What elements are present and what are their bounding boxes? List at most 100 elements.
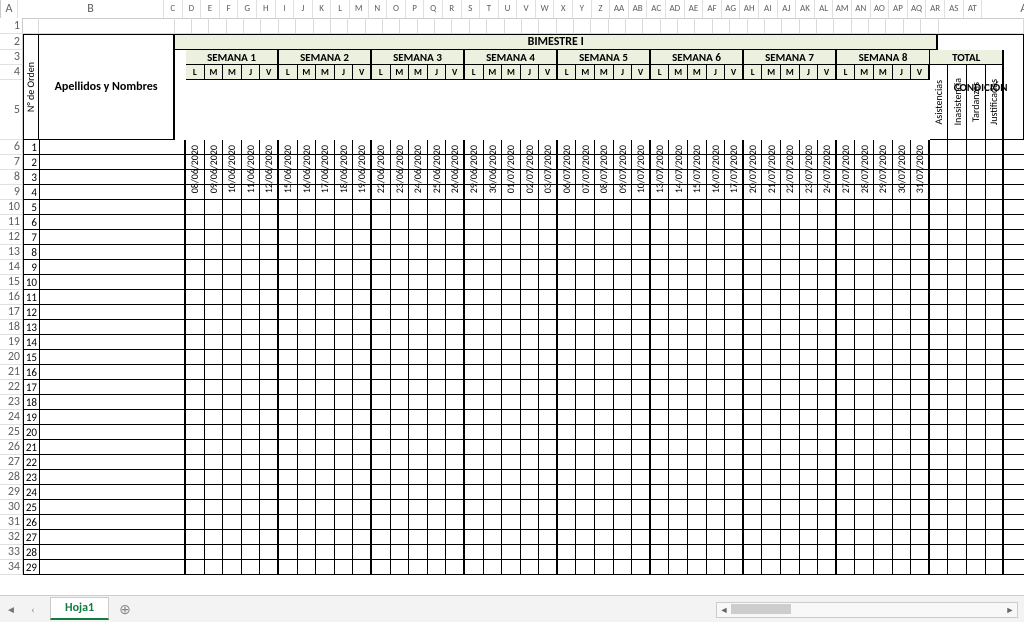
attendance-cell[interactable] <box>725 515 744 530</box>
attendance-cell[interactable] <box>725 305 744 320</box>
col-header[interactable]: AR <box>926 0 945 18</box>
attendance-cell[interactable] <box>744 275 763 290</box>
attendance-cell[interactable] <box>521 440 540 455</box>
attendance-cell[interactable] <box>818 260 837 275</box>
attendance-cell[interactable] <box>279 170 298 185</box>
attendance-cell[interactable] <box>576 470 595 485</box>
attendance-cell[interactable] <box>893 380 912 395</box>
attendance-cell[interactable] <box>372 335 391 350</box>
attendance-cell[interactable] <box>205 140 224 155</box>
attendance-cell[interactable] <box>800 140 819 155</box>
attendance-cell[interactable] <box>688 455 707 470</box>
cell[interactable] <box>886 18 903 34</box>
row-header[interactable]: 15 <box>0 275 23 290</box>
attendance-cell[interactable] <box>502 140 521 155</box>
col-header[interactable]: G <box>238 0 257 18</box>
attendance-cell[interactable] <box>205 290 224 305</box>
attendance-cell[interactable] <box>800 275 819 290</box>
attendance-cell[interactable] <box>223 485 242 500</box>
attendance-cell[interactable] <box>651 155 670 170</box>
attendance-cell[interactable] <box>502 305 521 320</box>
condicion-cell[interactable] <box>1004 410 1024 425</box>
attendance-cell[interactable] <box>762 500 781 515</box>
attendance-cell[interactable] <box>409 395 428 410</box>
col-header[interactable]: O <box>387 0 406 18</box>
attendance-cell[interactable] <box>651 260 670 275</box>
condicion-cell[interactable] <box>1004 290 1024 305</box>
condicion-cell[interactable] <box>1004 170 1024 185</box>
total-cell[interactable] <box>930 155 949 170</box>
attendance-cell[interactable] <box>576 215 595 230</box>
attendance-cell[interactable] <box>260 170 279 185</box>
attendance-cell[interactable] <box>651 170 670 185</box>
total-cell[interactable] <box>967 275 986 290</box>
attendance-cell[interactable] <box>855 185 874 200</box>
attendance-cell[interactable] <box>558 395 577 410</box>
attendance-cell[interactable] <box>223 215 242 230</box>
orden-cell[interactable]: 19 <box>23 410 40 425</box>
attendance-cell[interactable] <box>762 305 781 320</box>
col-header[interactable]: N <box>369 0 388 18</box>
col-header[interactable]: AK <box>796 0 815 18</box>
attendance-cell[interactable] <box>558 380 577 395</box>
attendance-cell[interactable] <box>762 215 781 230</box>
attendance-cell[interactable] <box>893 320 912 335</box>
attendance-cell[interactable] <box>446 320 465 335</box>
attendance-cell[interactable] <box>688 275 707 290</box>
name-cell[interactable] <box>40 485 186 500</box>
attendance-cell[interactable] <box>893 185 912 200</box>
total-cell[interactable] <box>967 170 986 185</box>
col-header[interactable]: W <box>536 0 555 18</box>
row-header[interactable]: 16 <box>0 290 23 305</box>
attendance-cell[interactable] <box>223 380 242 395</box>
attendance-cell[interactable] <box>576 515 595 530</box>
condicion-cell[interactable] <box>1004 365 1024 380</box>
attendance-cell[interactable] <box>707 290 726 305</box>
attendance-cell[interactable] <box>725 560 744 575</box>
condicion-cell[interactable] <box>1004 140 1024 155</box>
orden-cell[interactable]: 11 <box>23 290 40 305</box>
attendance-cell[interactable] <box>205 530 224 545</box>
attendance-cell[interactable] <box>279 275 298 290</box>
scroll-left-icon[interactable]: ◄ <box>717 605 731 616</box>
attendance-cell[interactable] <box>279 155 298 170</box>
attendance-cell[interactable] <box>260 305 279 320</box>
attendance-cell[interactable] <box>595 455 614 470</box>
row-header[interactable]: 7 <box>0 155 23 170</box>
attendance-cell[interactable] <box>669 470 688 485</box>
attendance-cell[interactable] <box>762 470 781 485</box>
attendance-cell[interactable] <box>335 395 354 410</box>
attendance-cell[interactable] <box>874 200 893 215</box>
attendance-cell[interactable] <box>614 155 633 170</box>
attendance-cell[interactable] <box>781 365 800 380</box>
attendance-cell[interactable] <box>707 380 726 395</box>
attendance-cell[interactable] <box>614 260 633 275</box>
attendance-cell[interactable] <box>484 335 503 350</box>
attendance-cell[interactable] <box>539 335 558 350</box>
attendance-cell[interactable] <box>707 335 726 350</box>
attendance-cell[interactable] <box>502 230 521 245</box>
condicion-cell[interactable] <box>1004 230 1024 245</box>
attendance-cell[interactable] <box>632 500 651 515</box>
attendance-cell[interactable] <box>558 335 577 350</box>
attendance-cell[interactable] <box>595 290 614 305</box>
attendance-cell[interactable] <box>521 275 540 290</box>
attendance-cell[interactable] <box>335 245 354 260</box>
attendance-cell[interactable] <box>614 275 633 290</box>
attendance-cell[interactable] <box>391 455 410 470</box>
attendance-cell[interactable] <box>762 170 781 185</box>
total-cell[interactable] <box>986 305 1005 320</box>
attendance-cell[interactable] <box>800 485 819 500</box>
total-cell[interactable] <box>967 365 986 380</box>
attendance-cell[interactable] <box>893 425 912 440</box>
cell[interactable] <box>279 18 296 34</box>
total-cell[interactable] <box>930 335 949 350</box>
attendance-cell[interactable] <box>446 455 465 470</box>
attendance-cell[interactable] <box>595 155 614 170</box>
attendance-cell[interactable] <box>353 560 372 575</box>
attendance-cell[interactable] <box>502 260 521 275</box>
cell[interactable] <box>626 18 643 34</box>
attendance-cell[interactable] <box>186 380 205 395</box>
attendance-cell[interactable] <box>688 260 707 275</box>
attendance-cell[interactable] <box>186 320 205 335</box>
